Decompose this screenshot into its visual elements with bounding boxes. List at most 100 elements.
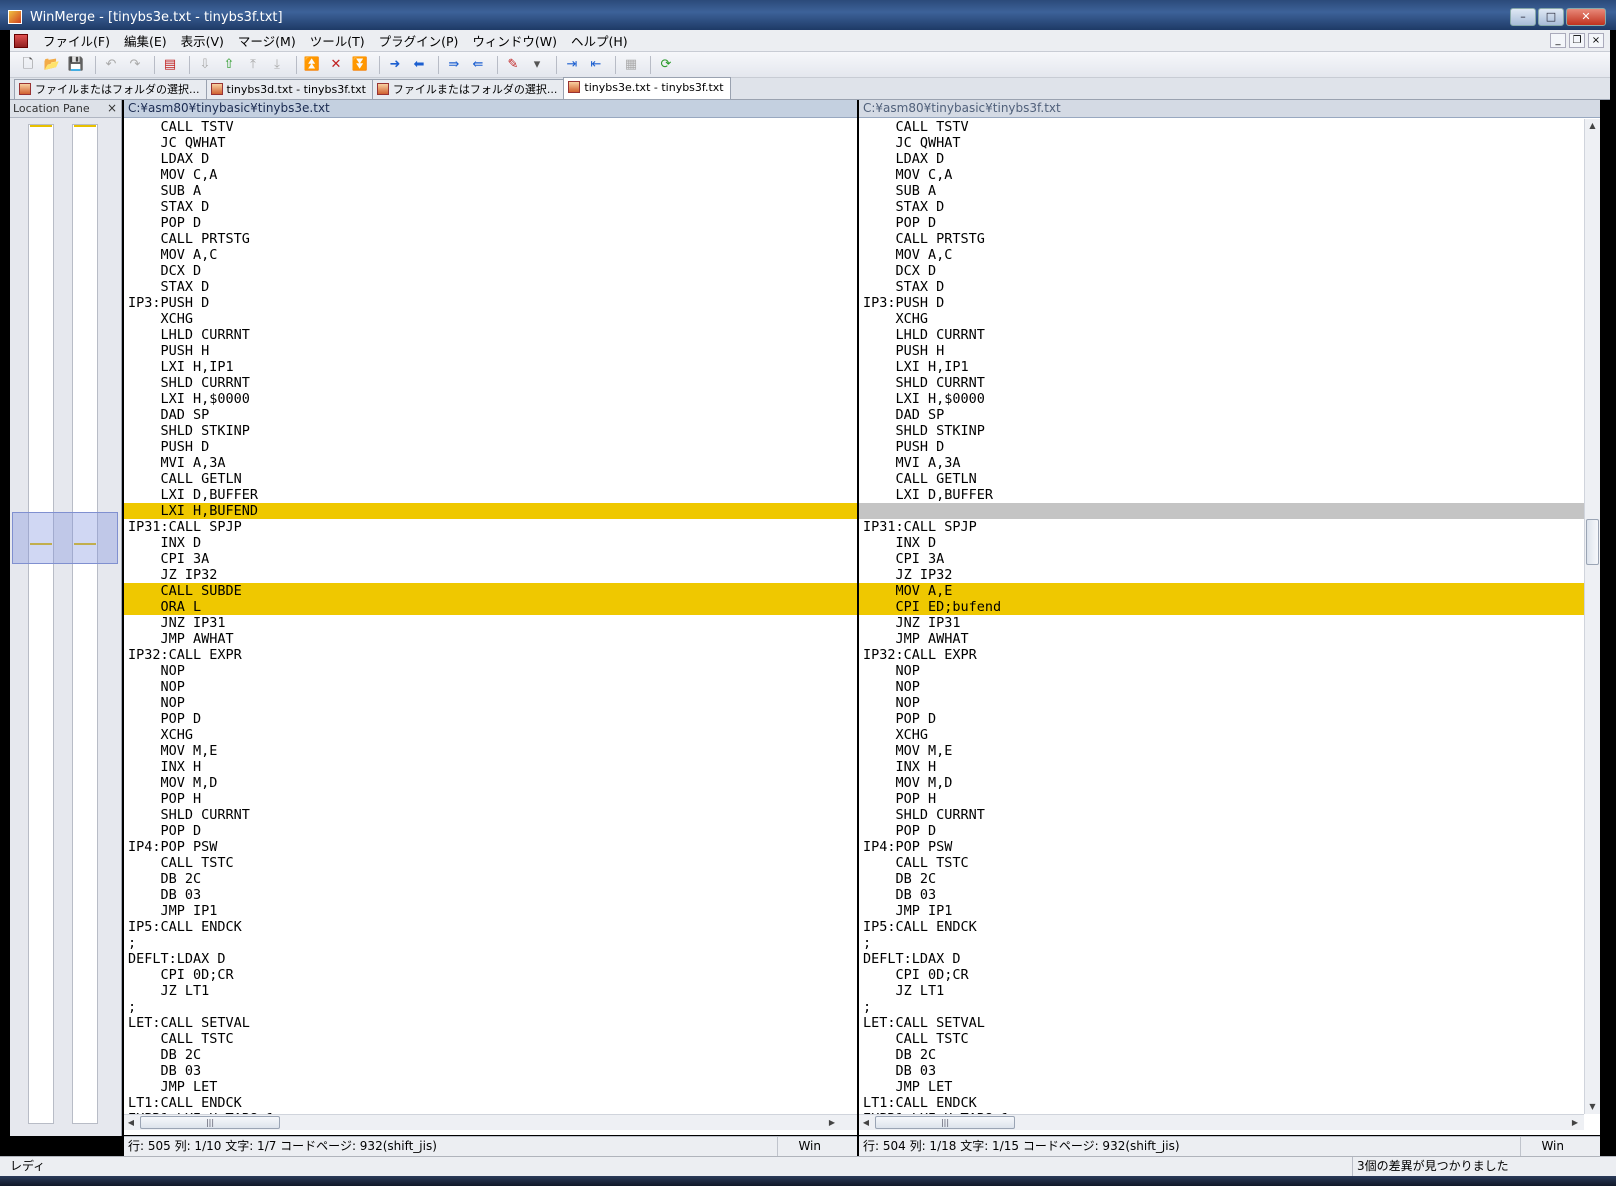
code-line[interactable]: DAD SP bbox=[859, 407, 1584, 423]
code-line[interactable]: DEFLT:LDAX D bbox=[859, 951, 1584, 967]
code-line[interactable]: DB 2C bbox=[124, 1047, 857, 1063]
code-line[interactable]: STAX D bbox=[124, 199, 857, 215]
code-line[interactable]: NOP bbox=[859, 679, 1584, 695]
code-line[interactable]: IP31:CALL SPJP bbox=[859, 519, 1584, 535]
code-line[interactable]: LHLD CURRNT bbox=[124, 327, 857, 343]
code-line[interactable]: XCHG bbox=[859, 311, 1584, 327]
code-line[interactable]: POP D bbox=[124, 215, 857, 231]
code-line[interactable]: DEFLT:LDAX D bbox=[124, 951, 857, 967]
code-line[interactable]: SUB A bbox=[124, 183, 857, 199]
code-line[interactable]: DB 2C bbox=[859, 1047, 1584, 1063]
code-line[interactable]: INX H bbox=[859, 759, 1584, 775]
left-horizontal-scrollbar[interactable]: ◀ ||| ▶ bbox=[124, 1114, 857, 1130]
title-bar[interactable]: WinMerge - [tinybs3e.txt - tinybs3f.txt]… bbox=[0, 0, 1616, 30]
missing-line[interactable] bbox=[859, 503, 1584, 519]
code-line[interactable]: XCHG bbox=[124, 311, 857, 327]
left-diff-pane[interactable]: C:¥asm80¥tinybasic¥tinybs3e.txt CALL TST… bbox=[124, 100, 857, 1135]
code-line[interactable]: JNZ IP31 bbox=[124, 615, 857, 631]
scroll-right-icon[interactable]: ▶ bbox=[1568, 1115, 1582, 1130]
code-line[interactable]: POP D bbox=[124, 711, 857, 727]
diff-line[interactable]: CPI ED;bufend bbox=[859, 599, 1584, 615]
location-viewport-indicator[interactable] bbox=[12, 512, 118, 564]
code-line[interactable]: INX D bbox=[124, 535, 857, 551]
scroll-thumb[interactable]: ||| bbox=[140, 1116, 280, 1129]
dropdown-arrow-icon[interactable]: ▾ bbox=[527, 55, 547, 75]
code-line[interactable]: PUSH H bbox=[859, 343, 1584, 359]
menu-edit[interactable]: 編集(E) bbox=[117, 31, 174, 50]
last-diff-icon[interactable]: ⤓ bbox=[267, 55, 287, 75]
code-line[interactable]: IP3:PUSH D bbox=[859, 295, 1584, 311]
code-line[interactable]: CPI 0D;CR bbox=[859, 967, 1584, 983]
layout-icon[interactable]: ▦ bbox=[621, 55, 641, 75]
code-line[interactable]: POP D bbox=[124, 823, 857, 839]
code-line[interactable]: SUB A bbox=[859, 183, 1584, 199]
code-line[interactable]: CPI 0D;CR bbox=[124, 967, 857, 983]
right-diff-pane[interactable]: C:¥asm80¥tinybasic¥tinybs3f.txt CALL TST… bbox=[859, 100, 1600, 1135]
code-line[interactable]: INX H bbox=[124, 759, 857, 775]
code-line[interactable]: MOV C,A bbox=[859, 167, 1584, 183]
diff-line[interactable]: LXI H,BUFEND bbox=[124, 503, 857, 519]
right-horizontal-scrollbar[interactable]: ◀ ||| ▶ bbox=[859, 1114, 1584, 1130]
scroll-thumb[interactable] bbox=[1586, 519, 1599, 565]
code-line[interactable]: MOV C,A bbox=[124, 167, 857, 183]
code-line[interactable]: CALL TSTC bbox=[124, 855, 857, 871]
code-line[interactable]: INX D bbox=[859, 535, 1584, 551]
tab-tinybs3d-tinybs3f[interactable]: tinybs3d.txt - tinybs3f.txt bbox=[205, 79, 373, 99]
code-line[interactable]: MOV M,E bbox=[859, 743, 1584, 759]
code-line[interactable]: SHLD CURRNT bbox=[124, 807, 857, 823]
code-line[interactable]: POP D bbox=[859, 711, 1584, 727]
copy-right-advance-icon[interactable]: ⇛ bbox=[444, 55, 464, 75]
code-line[interactable]: JZ LT1 bbox=[124, 983, 857, 999]
location-bar-right[interactable] bbox=[72, 124, 98, 1124]
code-line[interactable]: NOP bbox=[124, 695, 857, 711]
code-line[interactable]: STAX D bbox=[859, 279, 1584, 295]
code-line[interactable]: LDAX D bbox=[124, 151, 857, 167]
maximize-button[interactable]: □ bbox=[1538, 8, 1564, 26]
tab-tinybs3e-tinybs3f[interactable]: tinybs3e.txt - tinybs3f.txt bbox=[563, 77, 731, 99]
code-line[interactable]: LXI H,$0000 bbox=[124, 391, 857, 407]
code-line[interactable]: LXI H,IP1 bbox=[859, 359, 1584, 375]
code-line[interactable]: LXI H,IP1 bbox=[124, 359, 857, 375]
first-conflict-icon[interactable]: ⏫ bbox=[302, 55, 322, 75]
code-line[interactable]: JZ IP32 bbox=[859, 567, 1584, 583]
tab-open-selection-1[interactable]: ファイルまたはフォルダの選択... bbox=[14, 79, 207, 99]
code-line[interactable]: LXI D,BUFFER bbox=[124, 487, 857, 503]
menu-view[interactable]: 表示(V) bbox=[174, 31, 231, 50]
code-line[interactable]: IP31:CALL SPJP bbox=[124, 519, 857, 535]
code-line[interactable]: LXI H,$0000 bbox=[859, 391, 1584, 407]
diff-line[interactable]: CALL SUBDE bbox=[124, 583, 857, 599]
code-line[interactable]: CALL TSTC bbox=[859, 1031, 1584, 1047]
scroll-left-icon[interactable]: ◀ bbox=[124, 1115, 138, 1130]
code-line[interactable]: POP H bbox=[859, 791, 1584, 807]
diff-line[interactable]: ORA L bbox=[124, 599, 857, 615]
close-button[interactable]: ✕ bbox=[1566, 8, 1606, 26]
code-line[interactable]: IP32:CALL EXPR bbox=[124, 647, 857, 663]
menu-window[interactable]: ウィンドウ(W) bbox=[465, 31, 564, 50]
code-line[interactable]: IP3:PUSH D bbox=[124, 295, 857, 311]
code-line[interactable]: XCHG bbox=[859, 727, 1584, 743]
scroll-right-icon[interactable]: ▶ bbox=[825, 1115, 839, 1130]
code-line[interactable]: DCX D bbox=[859, 263, 1584, 279]
code-line[interactable]: SHLD CURRNT bbox=[859, 375, 1584, 391]
copy-left-icon[interactable]: ⬅ bbox=[409, 55, 429, 75]
redo-icon[interactable]: ↷ bbox=[125, 55, 145, 75]
undo-icon[interactable]: ↶ bbox=[101, 55, 121, 75]
tab-open-selection-2[interactable]: ファイルまたはフォルダの選択... bbox=[371, 79, 565, 99]
code-line[interactable]: MOV A,C bbox=[124, 247, 857, 263]
code-line[interactable]: CALL TSTV bbox=[124, 119, 857, 135]
code-line[interactable]: DB 03 bbox=[124, 887, 857, 903]
location-bar-left[interactable] bbox=[28, 124, 54, 1124]
code-line[interactable]: NOP bbox=[859, 695, 1584, 711]
code-line[interactable]: LHLD CURRNT bbox=[859, 327, 1584, 343]
copy-right-icon[interactable]: ➜ bbox=[385, 55, 405, 75]
scroll-up-icon[interactable]: ▲ bbox=[1585, 119, 1600, 133]
code-line[interactable]: POP H bbox=[124, 791, 857, 807]
code-line[interactable]: IP4:POP PSW bbox=[859, 839, 1584, 855]
minimize-button[interactable]: – bbox=[1510, 8, 1536, 26]
code-line[interactable]: POP D bbox=[859, 215, 1584, 231]
code-line[interactable]: CALL PRTSTG bbox=[859, 231, 1584, 247]
copy-left-advance-icon[interactable]: ⇚ bbox=[468, 55, 488, 75]
code-line[interactable]: IP32:CALL EXPR bbox=[859, 647, 1584, 663]
code-line[interactable]: NOP bbox=[859, 663, 1584, 679]
code-line[interactable]: STAX D bbox=[859, 199, 1584, 215]
